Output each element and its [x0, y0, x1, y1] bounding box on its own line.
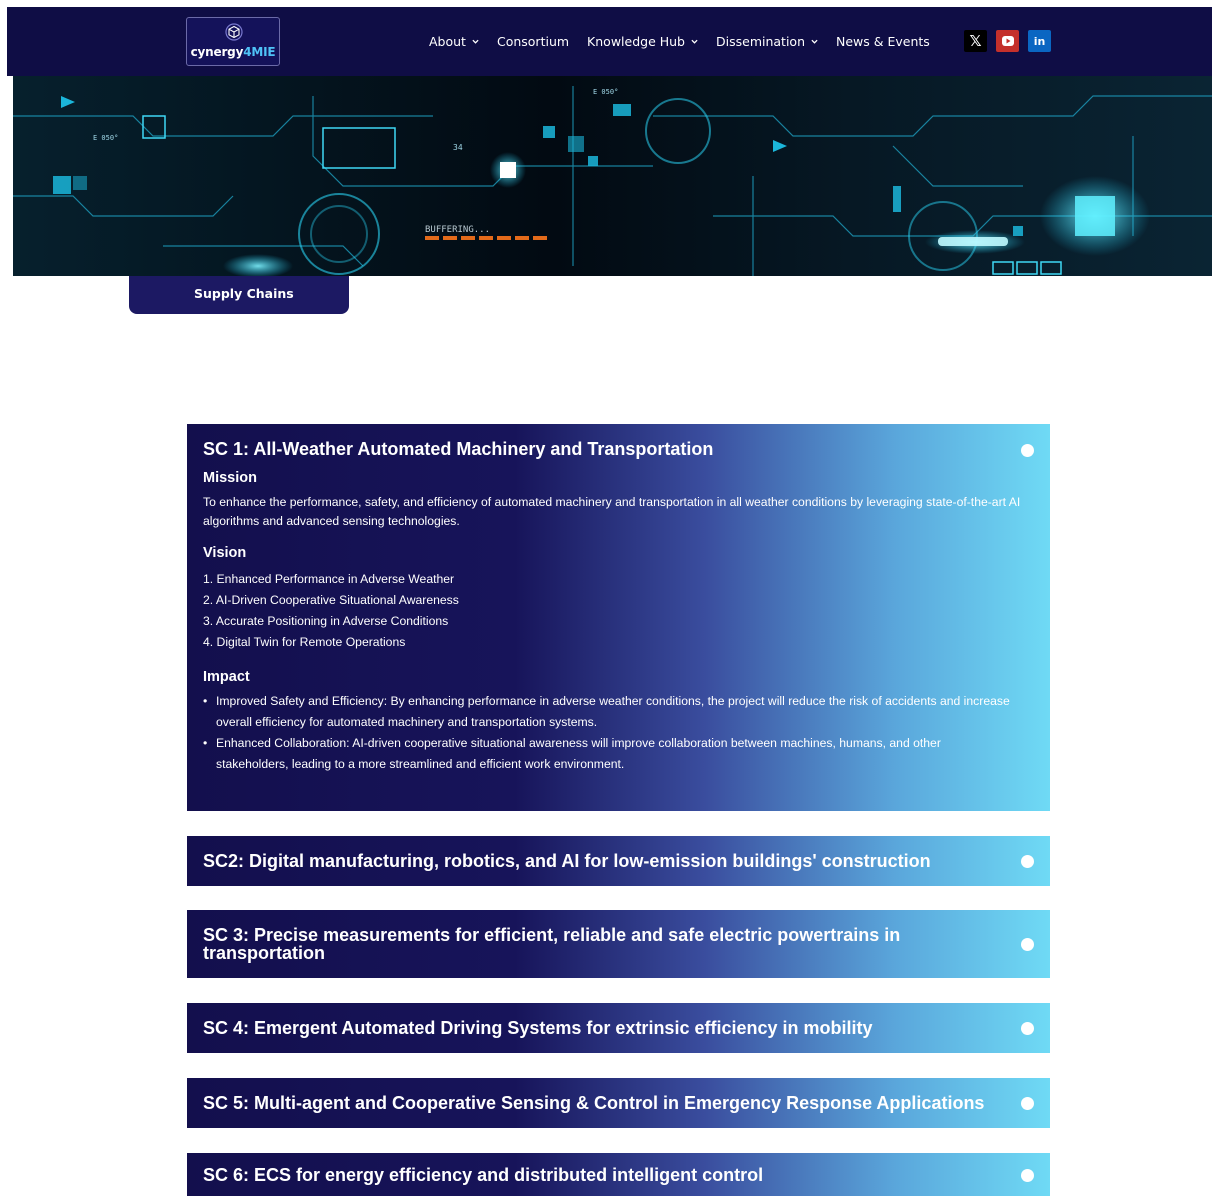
chevron-down-icon [691, 39, 698, 44]
accordion-toggle-icon[interactable] [1021, 855, 1034, 868]
page-tab-supply-chains: Supply Chains [129, 276, 349, 314]
banner-label: BUFFERING... [425, 225, 490, 235]
accordion-sc4[interactable]: SC 4: Emergent Automated Driving Systems… [187, 1003, 1050, 1053]
hero-banner-circuit-image: BUFFERING... E 050° E 050° 34 [13, 76, 1212, 276]
site-logo[interactable]: cynergy4MIE [186, 17, 280, 66]
list-item: Enhanced Collaboration: AI-driven cooper… [203, 733, 1013, 775]
list-item: 4. Digital Twin for Remote Operations [203, 635, 406, 649]
mission-heading: Mission [203, 470, 257, 486]
site-header: cynergy4MIE About Consortium Knowledge H… [7, 7, 1212, 76]
vision-heading: Vision [203, 545, 247, 561]
accordion-toggle-icon[interactable] [1021, 1097, 1034, 1110]
vision-list: 1. Enhanced Performance in Adverse Weath… [203, 569, 1034, 653]
accordion-title: SC 3: Precise measurements for efficient… [203, 925, 901, 963]
chevron-down-icon [472, 39, 479, 44]
accordion-toggle-icon[interactable] [1021, 1022, 1034, 1035]
impact-heading: Impact [203, 669, 250, 685]
main-nav: About Consortium Knowledge Hub Dissemina… [429, 7, 948, 76]
accordion-title[interactable]: SC 1: All-Weather Automated Machinery an… [203, 440, 1034, 458]
x-twitter-icon[interactable]: 𝕏 [964, 30, 987, 52]
logo-text: cynergy4MIE [190, 45, 276, 59]
nav-item-knowledge-hub[interactable]: Knowledge Hub [587, 34, 698, 49]
accordion-toggle-icon[interactable] [1021, 1168, 1034, 1182]
social-links: 𝕏 in [964, 30, 1051, 52]
accordion-title: SC 4: Emergent Automated Driving Systems… [203, 1018, 873, 1038]
accordion-sc6[interactable]: SC 6: ECS for energy efficiency and dist… [187, 1153, 1050, 1196]
impact-list: Improved Safety and Efficiency: By enhan… [203, 691, 1034, 775]
youtube-icon[interactable] [996, 30, 1019, 52]
accordion-title: SC 6: ECS for energy efficiency and dist… [203, 1164, 764, 1185]
accordion-sc5[interactable]: SC 5: Multi-agent and Cooperative Sensin… [187, 1078, 1050, 1128]
nav-item-consortium[interactable]: Consortium [497, 34, 569, 49]
banner-label: E 050° [93, 134, 118, 142]
nav-item-about[interactable]: About [429, 34, 479, 49]
linkedin-icon[interactable]: in [1028, 30, 1051, 52]
banner-label: 34 [453, 143, 463, 152]
chevron-down-icon [811, 39, 818, 44]
mission-text: To enhance the performance, safety, and … [203, 495, 1021, 528]
accordion-title: SC 5: Multi-agent and Cooperative Sensin… [203, 1093, 985, 1113]
accordion-sc2[interactable]: SC2: Digital manufacturing, robotics, an… [187, 836, 1050, 886]
nav-item-dissemination[interactable]: Dissemination [716, 34, 818, 49]
accordion-title: SC2: Digital manufacturing, robotics, an… [203, 851, 931, 871]
list-item: 3. Accurate Positioning in Adverse Condi… [203, 614, 449, 628]
list-item: 2. AI-Driven Cooperative Situational Awa… [203, 593, 459, 607]
list-item: Improved Safety and Efficiency: By enhan… [203, 691, 1013, 733]
accordion-toggle-icon[interactable] [1021, 938, 1034, 951]
cube-logo-icon [225, 23, 243, 41]
accordion-sc3[interactable]: SC 3: Precise measurements for efficient… [187, 910, 1050, 978]
list-item: 1. Enhanced Performance in Adverse Weath… [203, 572, 455, 586]
accordion-toggle-icon[interactable] [1021, 444, 1034, 457]
nav-item-news-events[interactable]: News & Events [836, 34, 930, 49]
banner-label: E 050° [593, 88, 618, 96]
accordion-sc1: SC 1: All-Weather Automated Machinery an… [187, 424, 1050, 811]
